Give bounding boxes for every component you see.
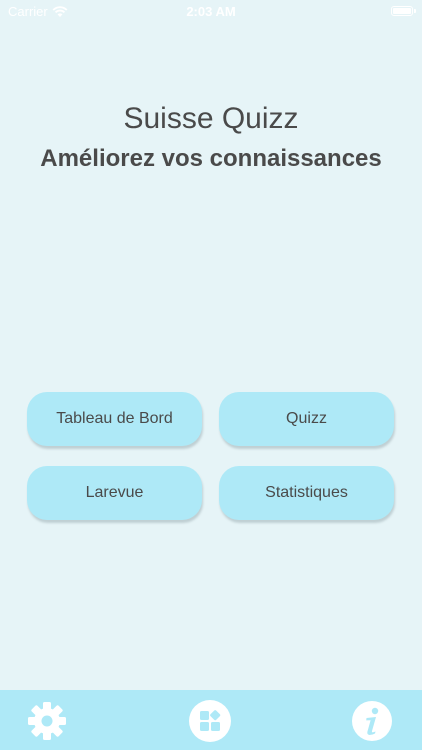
bottom-tab-bar <box>0 690 422 750</box>
review-button[interactable]: Larevue <box>27 466 202 520</box>
app-subtitle: Améliorez vos connaissances <box>40 145 382 172</box>
grid-icon <box>189 700 231 742</box>
statistics-button[interactable]: Statistiques <box>219 466 394 520</box>
info-tab[interactable] <box>350 699 394 743</box>
battery-icon <box>391 6 416 16</box>
quiz-button[interactable]: Quizz <box>219 392 394 446</box>
dashboard-button[interactable]: Tableau de Bord <box>27 392 202 446</box>
settings-tab[interactable] <box>25 699 69 743</box>
app-title: Suisse Quizz <box>123 102 299 135</box>
status-time: 2:03 AM <box>186 4 236 19</box>
menu-tab[interactable] <box>188 699 232 743</box>
gear-icon <box>28 702 66 740</box>
info-icon <box>352 701 392 741</box>
status-bar: Carrier 2:03 AM <box>0 0 422 24</box>
